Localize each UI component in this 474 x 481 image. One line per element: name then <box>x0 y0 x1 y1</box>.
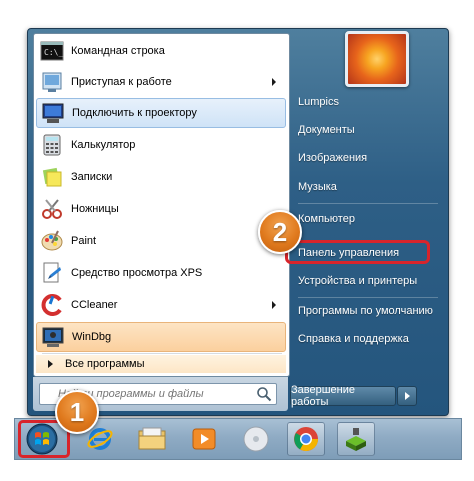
program-calculator[interactable]: Калькулятор <box>36 130 286 160</box>
start-menu: C:\_ Командная строка Приступая к работе… <box>27 28 449 416</box>
chrome-icon <box>294 427 318 452</box>
step-badge-2: 2 <box>258 210 302 254</box>
right-item-label: Изображения <box>298 152 368 164</box>
right-item-devices-printers[interactable]: Устройства и принтеры <box>292 269 442 293</box>
disc-icon <box>243 426 269 452</box>
program-label: Ножницы <box>71 203 119 215</box>
program-label: Paint <box>71 235 97 247</box>
program-cmd[interactable]: C:\_ Командная строка <box>36 36 286 66</box>
media-player-icon <box>192 428 216 450</box>
search-icon <box>256 386 272 402</box>
right-item-default-programs[interactable]: Программы по умолчанию <box>292 299 442 323</box>
taskbar-chrome[interactable] <box>287 422 325 456</box>
right-item-label: Устройства и принтеры <box>298 275 418 287</box>
shutdown-button[interactable]: Завершение работы <box>290 384 396 408</box>
ccleaner-icon <box>39 292 65 318</box>
program-label: Средство просмотра XPS <box>71 267 203 279</box>
program-label: Подключить к проектору <box>72 107 197 119</box>
all-programs-button[interactable]: Все программы <box>36 355 286 373</box>
badge-number: 1 <box>69 396 85 427</box>
right-item-label: Программы по умолчанию <box>298 305 433 317</box>
projector-icon <box>40 100 66 126</box>
right-item-lumpics[interactable]: Lumpics <box>292 90 442 114</box>
all-programs-label: Все программы <box>65 358 145 370</box>
program-projector[interactable]: Подключить к проектору <box>36 98 286 128</box>
program-label: Приступая к работе <box>71 76 172 88</box>
submenu-arrow-icon <box>272 301 276 309</box>
badge-number: 2 <box>272 216 288 247</box>
xps-viewer-icon <box>39 260 65 286</box>
divider <box>42 353 282 354</box>
divider <box>298 203 438 204</box>
getting-started-icon <box>39 69 65 95</box>
user-avatar[interactable] <box>345 31 409 87</box>
program-label: Записки <box>71 171 113 183</box>
taskbar-explorer[interactable] <box>133 422 171 456</box>
app-icon <box>346 428 366 451</box>
program-getting-started[interactable]: Приступая к работе <box>36 67 286 97</box>
sticky-notes-icon <box>39 164 65 190</box>
right-item-pictures[interactable]: Изображения <box>292 146 442 170</box>
program-label: CCleaner <box>71 299 118 311</box>
calculator-icon <box>39 132 65 158</box>
submenu-arrow-icon <box>272 78 276 86</box>
windbg-icon <box>40 324 66 350</box>
right-item-documents[interactable]: Документы <box>292 118 442 142</box>
program-ccleaner[interactable]: CCleaner <box>36 290 286 320</box>
right-item-label: Lumpics <box>298 96 339 108</box>
program-paint[interactable]: Paint <box>36 226 286 256</box>
divider <box>298 297 438 298</box>
right-item-help-support[interactable]: Справка и поддержка <box>292 327 442 351</box>
program-windbg[interactable]: WinDbg <box>36 322 286 352</box>
program-snipping-tool[interactable]: Ножницы <box>36 194 286 224</box>
svg-text:C:\_: C:\_ <box>44 48 63 57</box>
program-label: Командная строка <box>71 45 165 57</box>
right-item-label: Документы <box>298 124 355 136</box>
program-label: WinDbg <box>72 331 112 343</box>
taskbar-media-player[interactable] <box>185 422 223 456</box>
right-item-label: Справка и поддержка <box>298 333 409 345</box>
paint-icon <box>39 228 65 254</box>
right-item-label: Компьютер <box>298 213 355 225</box>
shutdown-options-button[interactable] <box>397 386 417 406</box>
explorer-folder-icon <box>138 427 166 450</box>
snipping-tool-icon <box>39 196 65 222</box>
program-sticky-notes[interactable]: Записки <box>36 162 286 192</box>
control-panel-highlight <box>285 240 430 264</box>
taskbar-app[interactable] <box>337 422 375 456</box>
right-item-music[interactable]: Музыка <box>292 175 442 199</box>
shutdown-label: Завершение работы <box>291 384 355 408</box>
right-item-computer[interactable]: Компьютер <box>292 207 442 231</box>
right-item-label: Музыка <box>298 181 337 193</box>
chevron-right-icon <box>404 392 410 400</box>
program-xps-viewer[interactable]: Средство просмотра XPS <box>36 258 286 288</box>
cmd-icon: C:\_ <box>39 38 65 64</box>
arrow-right-icon <box>48 360 53 368</box>
program-label: Калькулятор <box>71 139 136 151</box>
programs-pane: C:\_ Командная строка Приступая к работе… <box>33 33 290 377</box>
taskbar-disc[interactable] <box>237 422 275 456</box>
step-badge-1: 1 <box>55 390 99 434</box>
